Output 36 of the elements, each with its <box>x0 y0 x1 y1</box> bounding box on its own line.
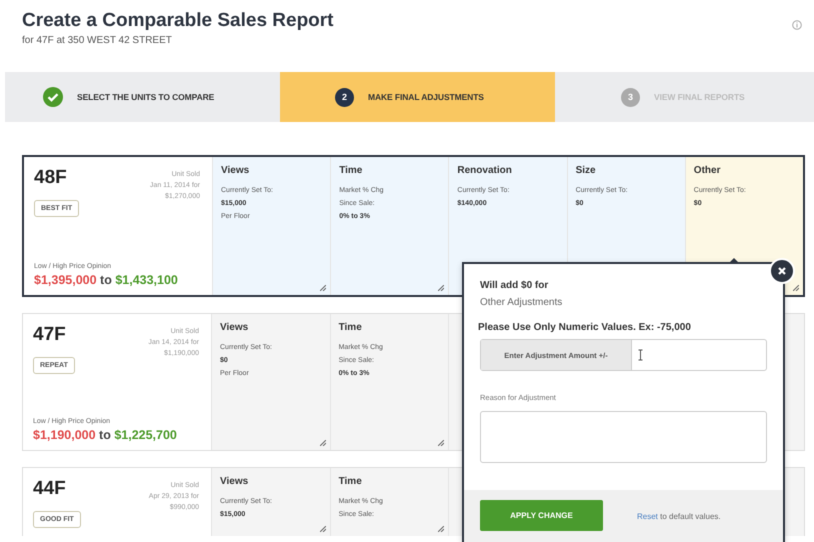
column-title: Views <box>221 165 250 177</box>
close-icon <box>777 266 787 276</box>
column-title: Time <box>338 322 363 334</box>
resize-grip-icon[interactable] <box>320 285 326 291</box>
popup-subheading: Other Adjustments <box>480 297 564 308</box>
page-title: Create a Comparable Sales Report <box>22 10 334 32</box>
resize-grip-icon[interactable] <box>438 285 444 291</box>
unit-name: 47F <box>33 324 66 346</box>
column-title: Renovation <box>457 165 513 177</box>
price-range: $1,395,000 to $1,433,100 <box>34 273 179 287</box>
resize-grip-icon[interactable] <box>792 285 799 291</box>
popup-heading: Will add $0 for <box>480 280 550 291</box>
column-title: Time <box>338 476 363 488</box>
reset-text: Reset to default values. <box>637 512 721 520</box>
resize-grip-icon[interactable] <box>320 440 326 446</box>
resize-grip-icon[interactable] <box>438 440 444 446</box>
unit-name: 48F <box>34 167 67 189</box>
column-title: Time <box>339 165 364 177</box>
validation-message: Please Use Only Numeric Values. Ex: -75,000 <box>478 322 692 333</box>
page-subtitle: for 47F at 350 WEST 42 STREET <box>22 35 173 46</box>
step-number: 2 <box>335 88 354 106</box>
price-range: $1,190,000 to $1,225,700 <box>33 428 178 442</box>
text-cursor-icon <box>638 349 643 361</box>
column-title: Size <box>576 165 597 177</box>
column-title: Other <box>694 165 722 177</box>
check-icon <box>43 87 63 107</box>
reason-field[interactable] <box>480 411 767 463</box>
resize-grip-icon[interactable] <box>320 526 326 532</box>
resize-grip-icon[interactable] <box>438 526 444 532</box>
unit-name: 44F <box>33 478 66 500</box>
step-number: 3 <box>621 88 640 106</box>
progress-step[interactable]: SELECT THE UNITS TO COMPARE <box>5 72 280 122</box>
column-title: Views <box>220 476 250 488</box>
column-title: Views <box>220 322 250 334</box>
unit-card[interactable] <box>22 155 805 297</box>
reset-link[interactable]: Reset <box>637 512 658 520</box>
